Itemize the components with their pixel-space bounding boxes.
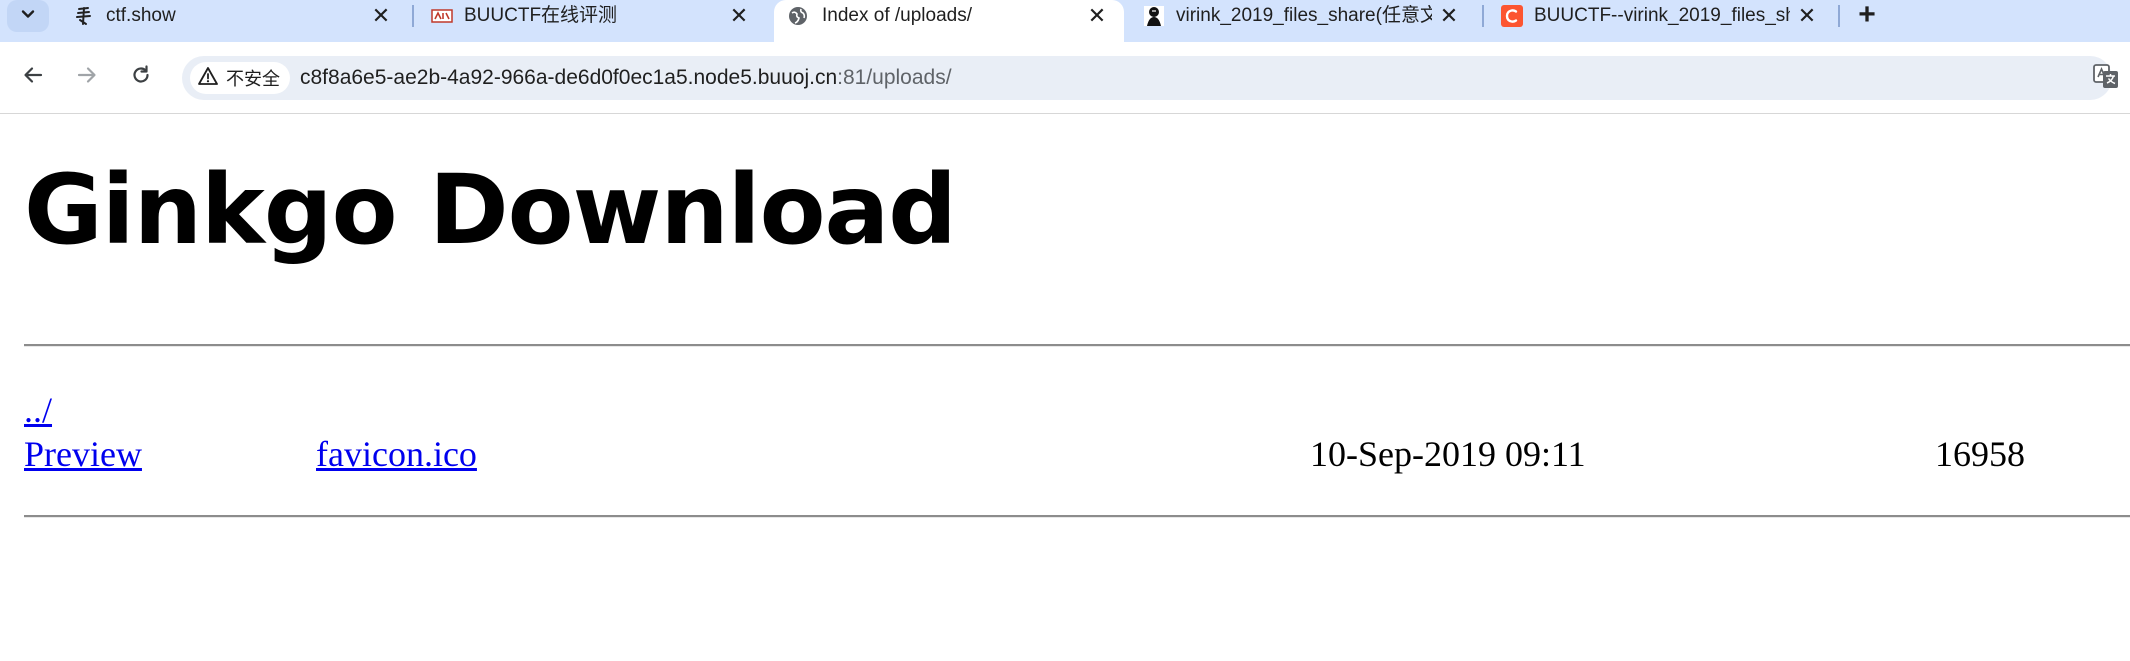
translate-icon xyxy=(2092,64,2120,94)
file-name-link[interactable]: favicon.ico xyxy=(316,432,477,476)
csdn-icon xyxy=(1500,4,1524,28)
tab-separator xyxy=(412,5,414,27)
warning-triangle-icon xyxy=(198,66,218,91)
tab-separator xyxy=(1838,5,1840,27)
chevron-down-icon xyxy=(20,6,36,27)
close-tab-icon[interactable]: ✕ xyxy=(1084,3,1110,29)
close-tab-icon[interactable]: ✕ xyxy=(368,3,394,29)
ctfshow-icon xyxy=(72,4,96,28)
tab-uploads-index[interactable]: Index of /uploads/ ✕ xyxy=(774,0,1124,42)
page-content: Ginkgo Download ../ Preview favicon.ico … xyxy=(0,115,2130,661)
parent-directory-link[interactable]: ../ xyxy=(24,388,52,432)
arrow-left-icon xyxy=(22,64,44,91)
tab-virink-files-share[interactable]: virink_2019_files_share(任意文 ✕ xyxy=(1142,0,1472,32)
url-path: :81/uploads/ xyxy=(837,66,952,89)
close-tab-icon[interactable]: ✕ xyxy=(1436,3,1462,29)
tab-buuctf[interactable]: BUUCTF在线评测 ✕ xyxy=(430,0,760,32)
url-text[interactable]: c8f8a6e5-ae2b-4a92-966a-de6d0f0ec1a5.nod… xyxy=(300,56,952,100)
forward-button[interactable] xyxy=(72,62,102,92)
browser-toolbar: 不安全 c8f8a6e5-ae2b-4a92-966a-de6d0f0ec1a5… xyxy=(0,42,2130,114)
tab-strip: ctf.show ✕ BUUCTF在线评测 ✕ Index of /upload… xyxy=(0,0,2130,42)
parent-directory-row: ../ xyxy=(24,388,78,432)
file-date: 10-Sep-2019 09:11 xyxy=(1310,434,1586,474)
reload-icon xyxy=(130,64,152,91)
site-info-chip[interactable]: 不安全 xyxy=(190,62,290,94)
page-title: Ginkgo Download xyxy=(24,154,957,266)
close-tab-icon[interactable]: ✕ xyxy=(726,3,752,29)
horizontal-rule xyxy=(24,515,2130,518)
close-tab-icon[interactable]: ✕ xyxy=(1794,3,1820,29)
tab-title: ctf.show xyxy=(106,5,176,26)
translate-button[interactable] xyxy=(2092,62,2120,90)
tab-title: BUUCTF--virink_2019_files_sh xyxy=(1534,5,1790,26)
buuctf-icon xyxy=(430,4,454,28)
security-label: 不安全 xyxy=(226,69,280,89)
tab-search-button[interactable] xyxy=(7,0,49,32)
globe-icon xyxy=(786,4,810,28)
file-size: 16958 xyxy=(1935,434,2025,474)
back-button[interactable] xyxy=(18,62,48,92)
tab-title: Index of /uploads/ xyxy=(822,5,972,26)
preview-link[interactable]: Preview xyxy=(24,432,142,476)
arrow-right-icon xyxy=(76,64,98,91)
new-tab-button[interactable]: + xyxy=(1852,0,1882,32)
horizontal-rule xyxy=(24,344,2130,347)
tab-title: BUUCTF在线评测 xyxy=(464,5,618,26)
tab-buuctf-virink-article[interactable]: BUUCTF--virink_2019_files_sh ✕ xyxy=(1500,0,1830,32)
url-host: c8f8a6e5-ae2b-4a92-966a-de6d0f0ec1a5.nod… xyxy=(300,66,838,89)
address-bar[interactable]: 不安全 c8f8a6e5-ae2b-4a92-966a-de6d0f0ec1a5… xyxy=(182,56,2112,100)
reload-button[interactable] xyxy=(126,62,156,92)
directory-listing: ../ Preview favicon.ico 10-Sep-2019 09:1… xyxy=(24,388,2025,476)
tab-ctfshow[interactable]: ctf.show ✕ xyxy=(72,0,402,32)
file-row: Preview favicon.ico 10-Sep-2019 09:11 16… xyxy=(24,432,2025,476)
virink-icon xyxy=(1142,4,1166,28)
tab-separator xyxy=(1482,5,1484,27)
tab-title: virink_2019_files_share(任意文 xyxy=(1176,5,1432,26)
